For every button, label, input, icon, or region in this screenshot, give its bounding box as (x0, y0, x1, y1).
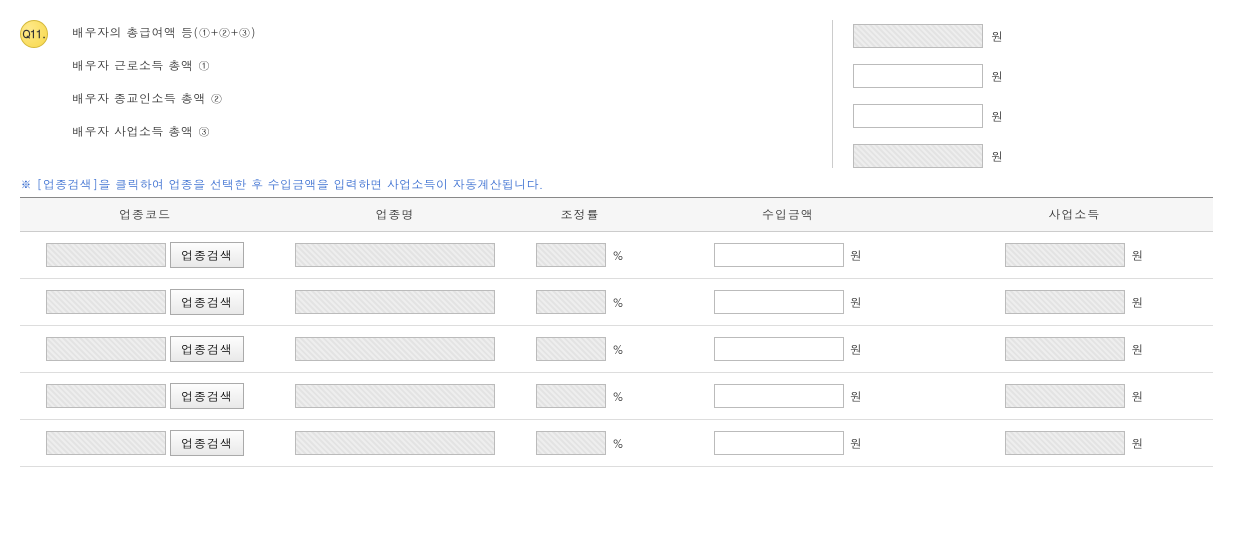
unit-percent: % (612, 341, 623, 358)
label-biz: 배우자 사업소득 총액 ③ (72, 123, 832, 140)
field-income (1005, 243, 1125, 267)
field-revenue[interactable] (714, 431, 844, 455)
help-note: ※ [업종검색]을 클릭하여 업종을 선택한 후 수입금액을 입력하면 사업소득… (20, 176, 1213, 193)
table-row: 업종검색% 원 원 (20, 232, 1213, 279)
label-labor: 배우자 근로소득 총액 ① (72, 57, 832, 74)
field-rate (536, 431, 606, 455)
unit-won: 원 (850, 294, 862, 311)
field-income (1005, 431, 1125, 455)
unit-percent: % (612, 247, 623, 264)
unit-won: 원 (1131, 247, 1143, 264)
unit-percent: % (612, 435, 623, 452)
table-row: 업종검색% 원 원 (20, 326, 1213, 373)
unit-won: 원 (1131, 388, 1143, 405)
industry-search-button[interactable]: 업종검색 (170, 289, 244, 315)
vertical-divider (832, 20, 833, 168)
field-biz (853, 144, 983, 168)
unit-won: 원 (991, 108, 1003, 125)
field-rate (536, 337, 606, 361)
field-revenue[interactable] (714, 243, 844, 267)
field-code (46, 290, 166, 314)
unit-won: 원 (1131, 435, 1143, 452)
label-relig: 배우자 종교인소득 총액 ② (72, 90, 832, 107)
field-code (46, 243, 166, 267)
field-code (46, 431, 166, 455)
table-row: 업종검색% 원 원 (20, 279, 1213, 326)
unit-percent: % (612, 294, 623, 311)
field-rate (536, 243, 606, 267)
field-total (853, 24, 983, 48)
industry-search-button[interactable]: 업종검색 (170, 430, 244, 456)
field-income (1005, 384, 1125, 408)
field-revenue[interactable] (714, 290, 844, 314)
th-name: 업종명 (270, 198, 520, 232)
table-row: 업종검색% 원 원 (20, 420, 1213, 467)
unit-won: 원 (991, 148, 1003, 165)
field-rate (536, 290, 606, 314)
unit-won: 원 (850, 247, 862, 264)
table-row: 업종검색% 원 원 (20, 373, 1213, 420)
field-revenue[interactable] (714, 337, 844, 361)
field-name (295, 290, 495, 314)
th-income: 사업소득 (936, 198, 1213, 232)
field-name (295, 337, 495, 361)
field-code (46, 384, 166, 408)
th-revenue: 수입금액 (640, 198, 936, 232)
field-code (46, 337, 166, 361)
unit-won: 원 (991, 28, 1003, 45)
unit-won: 원 (850, 435, 862, 452)
unit-percent: % (612, 388, 623, 405)
field-name (295, 431, 495, 455)
field-income (1005, 337, 1125, 361)
unit-won: 원 (850, 388, 862, 405)
unit-won: 원 (991, 68, 1003, 85)
field-name (295, 384, 495, 408)
industry-search-button[interactable]: 업종검색 (170, 336, 244, 362)
th-code: 업종코드 (20, 198, 270, 232)
field-labor[interactable] (853, 64, 983, 88)
unit-won: 원 (850, 341, 862, 358)
unit-won: 원 (1131, 341, 1143, 358)
th-rate: 조정률 (520, 198, 640, 232)
question-badge: Q11. (20, 20, 48, 48)
field-relig[interactable] (853, 104, 983, 128)
business-table: 업종코드 업종명 조정률 수입금액 사업소득 업종검색%원원업종검색%원원업종검… (20, 197, 1213, 467)
field-name (295, 243, 495, 267)
industry-search-button[interactable]: 업종검색 (170, 242, 244, 268)
field-revenue[interactable] (714, 384, 844, 408)
label-total: 배우자의 총급여액 등(①+②+③) (72, 24, 832, 41)
unit-won: 원 (1131, 294, 1143, 311)
field-income (1005, 290, 1125, 314)
industry-search-button[interactable]: 업종검색 (170, 383, 244, 409)
field-rate (536, 384, 606, 408)
